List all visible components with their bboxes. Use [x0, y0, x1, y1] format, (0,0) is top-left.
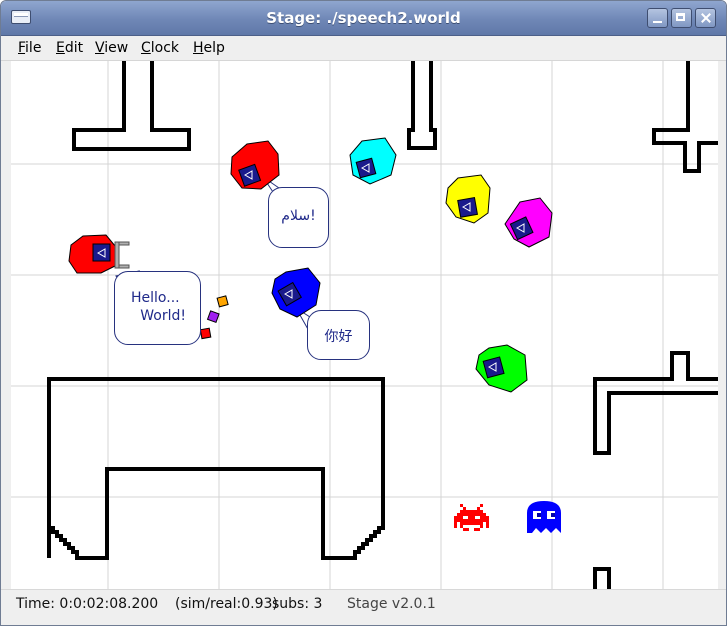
wall-bottom-right-stub	[593, 567, 611, 589]
window-title: Stage: ./speech2.world	[266, 9, 461, 27]
red-robot-upper	[230, 140, 280, 190]
status-bar: Time: 0:0:02:08.200 (sim/real:0.93) subs…	[1, 589, 726, 625]
orange-puck	[216, 295, 229, 308]
menu-help[interactable]: Help	[193, 40, 225, 56]
chinese-text: 你好	[324, 329, 353, 345]
sim-time: Time: 0:0:02:08.200	[16, 596, 159, 612]
hello-line-2: World!	[140, 308, 186, 324]
sim-real-ratio: (sim/real:0.93)	[175, 596, 278, 612]
arabic-text: سلام!	[281, 208, 316, 224]
version-label: Stage v2.0.1	[347, 596, 436, 612]
wall-right-l	[593, 351, 718, 455]
menu-bar: File Edit View Clock Help	[1, 36, 726, 61]
minimize-button[interactable]	[647, 8, 668, 28]
red-invader-icon	[454, 504, 489, 531]
menu-view[interactable]: View	[95, 40, 128, 56]
subscriptions-count: subs: 3	[272, 596, 323, 612]
red-puck	[199, 327, 212, 340]
magenta-robot	[504, 197, 553, 248]
wall-top-middle-u	[407, 61, 437, 150]
world-canvas[interactable]: Hello... World! سلام! 你好	[11, 61, 718, 589]
arabic-speech-bubble: سلام!	[268, 187, 329, 248]
chinese-speech-bubble: 你好	[307, 310, 370, 360]
wall-top-left-t	[72, 61, 191, 151]
title-bar[interactable]: Stage: ./speech2.world	[1, 1, 726, 36]
hello-speech-bubble: Hello... World!	[114, 271, 201, 345]
red-robot-with-gripper	[68, 234, 130, 274]
blue-ghost-icon	[527, 501, 561, 533]
stage-window: Stage: ./speech2.world File Edit View Cl…	[0, 0, 727, 626]
maximize-button[interactable]	[671, 8, 692, 28]
hello-line-1: Hello...	[131, 290, 180, 306]
menu-edit[interactable]: Edit	[56, 40, 83, 56]
wall-large-block	[47, 377, 385, 560]
yellow-robot	[445, 174, 491, 224]
menu-file[interactable]: File	[18, 40, 41, 56]
green-robot	[475, 344, 528, 393]
purple-puck	[206, 310, 220, 324]
menu-clock[interactable]: Clock	[141, 40, 179, 56]
close-button[interactable]	[695, 8, 716, 28]
wall-top-right-t	[652, 61, 718, 173]
cyan-robot	[349, 137, 397, 185]
